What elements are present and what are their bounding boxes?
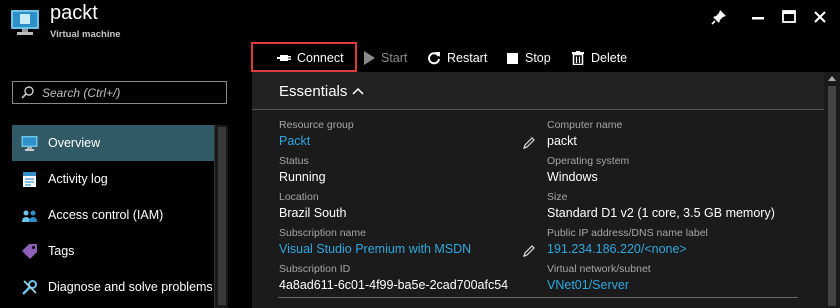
pin-icon[interactable]	[710, 8, 728, 26]
wrench-icon	[22, 279, 37, 295]
tag-icon	[22, 243, 37, 259]
monitor-icon	[21, 135, 38, 151]
size-field: Size Standard D1 v2 (1 core, 3.5 GB memo…	[547, 191, 775, 220]
sidebar-item-activity-log[interactable]: Activity log	[12, 161, 214, 197]
essentials-header[interactable]: Essentials	[252, 72, 824, 110]
sidebar-item-label: Access control (IAM)	[48, 208, 164, 222]
status-label: Status	[279, 155, 309, 167]
location-value: Brazil South	[279, 206, 347, 220]
main-scrollbar[interactable]	[824, 72, 840, 308]
start-label: Start	[381, 51, 408, 65]
public-ip-field: Public IP address/DNS name label 191.234…	[547, 227, 708, 256]
computer-name-field: Computer name packt	[547, 119, 622, 148]
subscription-name-link[interactable]: Visual Studio Premium with MSDN	[279, 242, 471, 256]
page-title: packt	[50, 2, 98, 24]
stop-button[interactable]: Stop	[507, 44, 551, 72]
delete-button[interactable]: Delete	[572, 44, 627, 72]
search-icon	[21, 86, 34, 99]
virtual-network-link[interactable]: VNet01/Server	[547, 278, 651, 292]
sidebar-scrollbar-thumb[interactable]	[218, 127, 226, 305]
maximize-icon[interactable]	[780, 8, 798, 26]
resource-group-link[interactable]: Packt	[279, 134, 354, 148]
sidebar-nav: Overview Activity log Access control (IA…	[12, 125, 214, 305]
sidebar-item-label: Activity log	[48, 172, 108, 186]
search-placeholder: Search (Ctrl+/)	[42, 85, 121, 100]
essentials-title: Essentials	[279, 83, 348, 100]
page-subtitle: Virtual machine	[50, 29, 121, 40]
sidebar-item-label: Diagnose and solve problems	[48, 280, 213, 294]
size-label: Size	[547, 191, 568, 203]
operating-system-field: Operating system Windows	[547, 155, 629, 184]
operating-system-label: Operating system	[547, 155, 630, 167]
start-button[interactable]: Start	[364, 44, 407, 72]
resource-group-label: Resource group	[279, 119, 354, 131]
computer-name-value: packt	[547, 134, 577, 148]
delete-label: Delete	[591, 51, 628, 65]
essentials-divider	[278, 297, 798, 298]
edit-subscription-icon[interactable]	[522, 244, 536, 258]
virtual-machine-icon	[11, 10, 39, 35]
location-field: Location Brazil South	[279, 191, 346, 220]
activity-log-icon	[23, 171, 36, 187]
subscription-name-field: Subscription name Visual Studio Premium …	[279, 227, 471, 256]
size-value: Standard D1 v2 (1 core, 3.5 GB memory)	[547, 206, 775, 220]
connect-button[interactable]: Connect	[277, 44, 344, 72]
connect-label: Connect	[297, 51, 344, 65]
virtual-network-label: Virtual network/subnet	[547, 263, 651, 275]
plug-icon	[277, 55, 291, 61]
status-value: Running	[279, 170, 326, 184]
public-ip-link[interactable]: 191.234.186.220/<none>	[547, 242, 708, 256]
subscription-id-label: Subscription ID	[279, 263, 351, 275]
public-ip-label: Public IP address/DNS name label	[547, 227, 708, 239]
sidebar-scrollbar[interactable]	[214, 125, 228, 308]
trash-icon	[572, 51, 584, 65]
scroll-up-icon[interactable]	[828, 76, 836, 81]
operating-system-value: Windows	[547, 170, 598, 184]
computer-name-label: Computer name	[547, 119, 623, 131]
sidebar-item-label: Tags	[48, 244, 75, 258]
resource-group-field: Resource group Packt	[279, 119, 354, 148]
virtual-network-field: Virtual network/subnet VNet01/Server	[547, 263, 651, 292]
status-field: Status Running	[279, 155, 326, 184]
close-icon[interactable]	[811, 8, 829, 26]
sidebar-item-diagnose[interactable]: Diagnose and solve problems	[12, 269, 214, 305]
subscription-name-label: Subscription name	[279, 227, 366, 239]
restart-label: Restart	[447, 51, 488, 65]
sidebar-item-label: Overview	[48, 136, 101, 150]
chevron-up-icon[interactable]	[352, 86, 364, 96]
search-input[interactable]: Search (Ctrl+/)	[12, 81, 227, 104]
people-icon	[22, 210, 37, 222]
edit-resource-group-icon[interactable]	[522, 136, 536, 150]
subscription-id-value: 4a8ad611-6c01-4f99-ba5e-2cad700afc54	[279, 278, 509, 292]
minimize-icon[interactable]	[749, 8, 767, 26]
sidebar-item-tags[interactable]: Tags	[12, 233, 214, 269]
sidebar-item-overview[interactable]: Overview	[12, 125, 214, 161]
restart-icon	[428, 52, 440, 65]
subscription-id-field: Subscription ID 4a8ad611-6c01-4f99-ba5e-…	[279, 263, 508, 292]
blade-header: packt Virtual machine	[0, 0, 840, 42]
restart-button[interactable]: Restart	[427, 44, 487, 72]
stop-label: Stop	[525, 51, 551, 65]
essentials-panel: Essentials Resource group Packt Status R…	[252, 72, 824, 308]
play-icon	[364, 51, 375, 65]
stop-icon	[507, 52, 518, 64]
location-label: Location	[279, 191, 319, 203]
main-scrollbar-thumb[interactable]	[828, 86, 836, 306]
sidebar-item-access-control[interactable]: Access control (IAM)	[12, 197, 214, 233]
